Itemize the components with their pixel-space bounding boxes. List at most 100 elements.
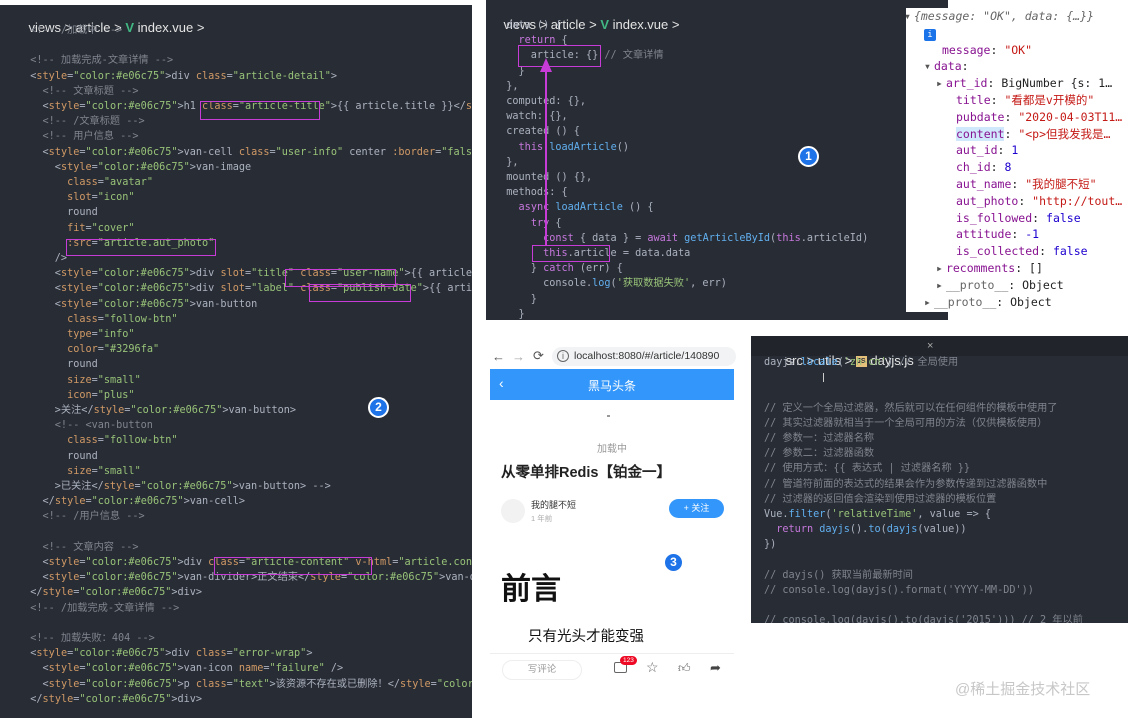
code-editor[interactable]: dayjs.locale('zh-cn') // 全局使用 // 定义一个全局过滤…	[764, 355, 1126, 623]
avatar	[501, 499, 525, 523]
console-line[interactable]: ▾ data:	[924, 58, 976, 75]
comment-count-badge: 123	[620, 656, 637, 665]
star-icon[interactable]: ☆	[646, 659, 659, 676]
console-line[interactable]: ch_id: 8	[956, 159, 1011, 176]
app-nav-bar: ‹ 黑马头条	[490, 369, 734, 400]
info-icon[interactable]: i	[557, 350, 569, 362]
console-line[interactable]: ▸ __proto__: Object	[936, 277, 1064, 294]
browser-toolbar: ← → ⟳ i localhost:8080/#/article/140890	[486, 342, 738, 370]
publish-date: 1 年前	[531, 514, 553, 523]
highlight-v-html	[214, 557, 372, 575]
code-line: class="follow-btn"	[67, 435, 178, 447]
like-icon[interactable]: 👍︎	[678, 661, 691, 676]
step-badge-2: 2	[368, 397, 389, 418]
code-line: // 使用方式：{{ 表达式 | 过滤器名称 }}	[764, 463, 971, 475]
code-line: <!-- 文章内容 -->	[18, 541, 139, 553]
console-line[interactable]: attitude: -1	[956, 226, 1039, 243]
console-line[interactable]: ▸ __proto__: Object	[924, 294, 1052, 311]
code-line: fit="cover"	[67, 222, 135, 234]
code-line: methods: {	[494, 187, 568, 199]
content-heading: 前言	[501, 573, 561, 606]
console-line[interactable]: ▾ {message: "OK", data: {…}}	[906, 8, 1094, 25]
console-line[interactable]: aut_name: "我的腿不短"	[956, 176, 1097, 193]
code-line: })	[764, 539, 777, 551]
code-line: class="avatar"	[67, 177, 153, 188]
follow-button[interactable]: + 关注	[669, 499, 724, 518]
forward-arrow-icon[interactable]: →	[512, 349, 525, 364]
article-title: 从零单排Redis【铂金一】	[501, 465, 671, 481]
code-line: <style="color:#e06c75">van-cell class="u…	[18, 146, 472, 158]
follow-button-label: + 关注	[683, 503, 710, 513]
code-line: />	[18, 253, 68, 264]
code-line: <style="color:#e06c75">van-button	[18, 298, 258, 310]
console-line[interactable]: ▸ recomments: []	[936, 260, 1043, 277]
code-line: return dayjs().to(dayjs(value))	[776, 524, 967, 536]
editor-tab-bar: src > utils > JS dayjs.js ×	[751, 336, 1128, 368]
loading-text: 加载中	[597, 444, 627, 455]
console-object-tree[interactable]: ▾ {message: "OK", data: {…}} i message: "OK…	[906, 8, 1130, 312]
code-line: Vue.filter('relativeTime', value => {	[764, 509, 991, 520]
code-line: round	[18, 207, 98, 219]
loading-dot	[607, 415, 610, 417]
code-line: </style="color:#e06c75">van-cell>	[18, 496, 245, 508]
code-line: <style="color:#e06c75">div slot="title" …	[18, 268, 472, 280]
content-paragraph: 只有光头才能变强	[528, 629, 644, 645]
console-line[interactable]: content: "<p>但我发我是…	[956, 126, 1110, 143]
dayjs-code-panel: src > utils > JS dayjs.js × dayjs.locale…	[751, 336, 1128, 623]
code-line: round	[18, 450, 98, 462]
code-line: <!-- 加载完成-文章详情 -->	[18, 55, 174, 67]
arrow-up-icon	[540, 58, 552, 246]
console-line[interactable]: is_followed: false	[956, 210, 1081, 227]
console-line[interactable]: is_collected: false	[956, 243, 1088, 260]
highlight-title	[200, 101, 320, 120]
back-arrow-icon[interactable]: ←	[492, 349, 505, 364]
code-line: round	[18, 359, 98, 371]
code-line: }	[494, 308, 525, 320]
code-line: // 参数一：过滤器名称	[764, 433, 875, 444]
code-line: slot="icon"	[67, 192, 135, 204]
code-line: size="small"	[67, 465, 141, 477]
code-line: // 过滤器的返回值会渲染到使用过滤器的模板位置	[764, 493, 997, 505]
address-bar[interactable]: i localhost:8080/#/article/140890	[552, 347, 736, 366]
code-line: // 参数二：过滤器函数	[764, 448, 875, 460]
console-line[interactable]: pubdate: "2020-04-03T11…	[956, 109, 1122, 126]
code-line: <!-- 文章标题 -->	[18, 85, 139, 97]
code-line: // 管道符前面的表达式的结果会作为参数传递到过滤器函数中	[764, 478, 1048, 490]
console-line[interactable]: message: "OK"	[942, 42, 1032, 59]
share-icon[interactable]: ➦	[710, 660, 721, 676]
console-line[interactable]: i	[906, 25, 936, 42]
step-badge-1: 1	[798, 146, 819, 167]
code-line: <!-- 用户信息 -->	[18, 131, 139, 143]
code-line: <!-- /加载完成-文章详情 -->	[18, 602, 180, 614]
code-line: <style="color:#e06c75">div class="articl…	[18, 70, 337, 82]
code-line: icon="plus"	[67, 389, 135, 401]
code-line: },	[494, 156, 519, 168]
script-code-panel: views > article > V index.vue > data () …	[486, 0, 948, 320]
code-line: <style="color:#e06c75">p class="text">该资…	[18, 678, 472, 690]
code-line: >已关注</style="color:#e06c75">van-button> …	[18, 481, 331, 492]
code-line: <!-- /文章标题 -->	[18, 116, 145, 128]
console-line[interactable]: ▸ art_id: BigNumber {s: 1…	[936, 75, 1112, 92]
console-line[interactable]: aut_photo: "http://tout…	[956, 193, 1122, 210]
code-editor[interactable]: <!-- /加载中 --> <!-- 加载完成-文章详情 --> <style=…	[18, 23, 472, 718]
code-line: <!-- 加载失败：404 -->	[18, 633, 155, 644]
watermark: @稀土掘金技术社区	[955, 681, 1091, 698]
code-line: // 定义一个全局过滤器，然后就可以在任何组件的模板中使用了	[764, 402, 1058, 414]
console-line[interactable]: title: "看都是v开模的"	[956, 92, 1094, 109]
code-line: <style="color:#e06c75">van-icon name="fa…	[18, 663, 344, 675]
tab-close-icon[interactable]: ×	[927, 340, 933, 352]
code-line: this.loadArticle()	[518, 141, 629, 153]
url-text[interactable]: localhost:8080/#/article/140890	[574, 350, 719, 362]
code-line: console.log('获取数据失败', err)	[494, 278, 727, 290]
code-line: watch: {},	[494, 111, 568, 123]
code-line: dayjs.locale('zh-cn') // 全局使用	[764, 357, 959, 368]
code-line: data () {	[494, 20, 562, 31]
console-line[interactable]: aut_id: 1	[956, 142, 1018, 159]
code-line: <style="color:#e06c75">div class="error-…	[18, 648, 313, 660]
highlight-aut-photo	[66, 239, 216, 256]
code-line: </style="color:#e06c75">div>	[18, 693, 203, 705]
code-line: } catch (err) {	[494, 263, 623, 275]
template-code-panel: views > article > V index.vue > <!-- /加载…	[0, 5, 472, 718]
reload-icon[interactable]: ⟳	[533, 348, 544, 364]
comment-input[interactable]: 写评论	[502, 660, 582, 680]
